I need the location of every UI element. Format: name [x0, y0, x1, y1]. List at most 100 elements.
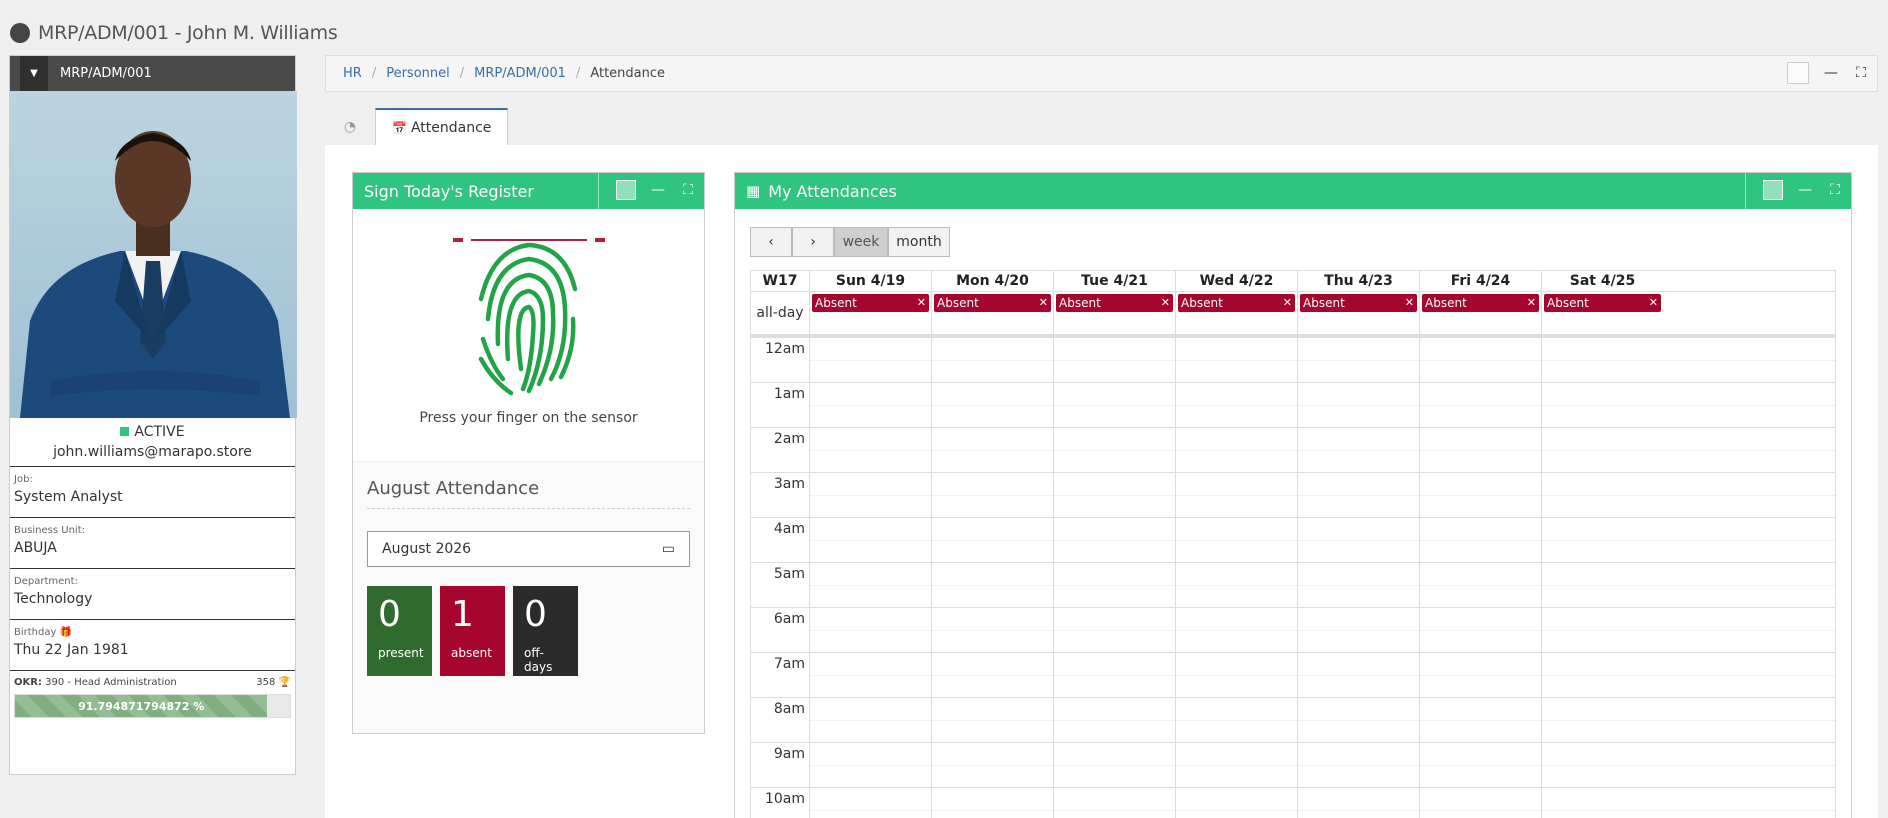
time-slot-row: 5am [751, 563, 1835, 608]
fingerprint-area[interactable]: Press your finger on the sensor [353, 209, 704, 461]
absent-label: absent [451, 646, 492, 660]
minimize-icon[interactable]: — [650, 182, 666, 198]
employee-code: MRP/ADM/001 [60, 66, 152, 81]
close-icon[interactable]: ✕ [1283, 294, 1292, 312]
allday-cell[interactable]: Absent ✕ [1053, 292, 1175, 334]
time-slot-row: 12am [751, 338, 1835, 383]
day-header[interactable]: Tue 4/21 [1053, 271, 1175, 291]
register-header: Sign Today's Register — ⛶ [353, 173, 704, 209]
allday-cell[interactable]: Absent ✕ [931, 292, 1053, 334]
month-view-button[interactable]: month [888, 227, 950, 257]
breadcrumb-personnel[interactable]: Personnel [386, 66, 450, 81]
month-attendance-section: August Attendance August 2026 ▭ 0 presen… [353, 461, 704, 733]
okr-label: OKR: [14, 677, 42, 688]
absent-event[interactable]: Absent ✕ [1300, 294, 1417, 312]
day-header[interactable]: Mon 4/20 [931, 271, 1053, 291]
tab-dashboard[interactable]: ◔ [325, 108, 375, 146]
attendance-controls: — ⛶ [1763, 180, 1843, 200]
close-icon[interactable]: ✕ [1527, 294, 1536, 312]
person-portrait-icon [20, 131, 290, 418]
minimize-icon[interactable]: — [1823, 65, 1839, 81]
absent-event[interactable]: Absent ✕ [1178, 294, 1295, 312]
present-label: present [378, 646, 424, 660]
day-header[interactable]: Sun 4/19 [809, 271, 931, 291]
profile-header: ▼ MRP/ADM/001 [10, 56, 295, 91]
absent-event[interactable]: Absent ✕ [934, 294, 1051, 312]
time-slot-row: 8am [751, 698, 1835, 743]
time-slot-cell[interactable] [1419, 788, 1541, 818]
attendance-color-button[interactable] [1763, 180, 1783, 200]
allday-cell[interactable]: Absent ✕ [1541, 292, 1663, 334]
fullscreen-icon[interactable]: ⛶ [680, 182, 696, 198]
absent-event[interactable]: Absent ✕ [1056, 294, 1173, 312]
gift-icon: 🎁 [59, 627, 73, 638]
close-icon[interactable]: ✕ [1161, 294, 1170, 312]
employee-photo [10, 91, 297, 418]
offdays-stat: 0 off-days [513, 586, 578, 676]
register-color-button[interactable] [616, 180, 636, 200]
month-picker-input[interactable]: August 2026 ▭ [367, 531, 690, 567]
department-field: Department: Technology [10, 569, 295, 620]
fullscreen-icon[interactable]: ⛶ [1827, 182, 1843, 198]
time-slot-cell[interactable] [1297, 788, 1419, 818]
hour-label: 6am [773, 611, 805, 627]
allday-cell[interactable]: Absent ✕ [1297, 292, 1419, 334]
calendar-icon: 📅 [392, 121, 407, 135]
hour-label: 3am [773, 476, 805, 492]
tab-attendance[interactable]: 📅 Attendance [375, 108, 509, 146]
okr-text: 390 - Head Administration [45, 677, 177, 688]
fullscreen-icon[interactable]: ⛶ [1853, 65, 1869, 81]
prev-week-button[interactable]: ‹ [750, 227, 792, 257]
day-header[interactable]: Thu 4/23 [1297, 271, 1419, 291]
allday-cell[interactable]: Absent ✕ [809, 292, 931, 334]
time-slot-row: 2am [751, 428, 1835, 473]
present-count: 0 [378, 594, 401, 635]
hour-label: 8am [773, 701, 805, 717]
allday-cell[interactable]: Absent ✕ [1175, 292, 1297, 334]
close-icon[interactable]: ✕ [917, 294, 926, 312]
time-slot-cell[interactable] [1053, 788, 1175, 818]
day-header[interactable]: Fri 4/24 [1419, 271, 1541, 291]
absent-event[interactable]: Absent ✕ [1544, 294, 1661, 312]
close-icon[interactable]: ✕ [1649, 294, 1658, 312]
time-slot-cell[interactable] [809, 788, 931, 818]
day-header[interactable]: Sat 4/25 [1541, 271, 1663, 291]
time-slot-row: 3am [751, 473, 1835, 518]
close-icon[interactable]: ✕ [1405, 294, 1414, 312]
day-header[interactable]: Wed 4/22 [1175, 271, 1297, 291]
minimize-icon[interactable]: — [1797, 182, 1813, 198]
breadcrumb-hr[interactable]: HR [343, 66, 362, 81]
event-label: Absent [815, 296, 857, 310]
register-title: Sign Today's Register [364, 181, 534, 201]
time-slot-cell[interactable] [1541, 788, 1663, 818]
allday-row: all-day Absent ✕ Absent ✕ Absent ✕ Absent ✕ Absen… [750, 292, 1836, 335]
pie-chart-icon: ◔ [343, 119, 357, 135]
hour-label: 12am [764, 341, 805, 357]
okr-progress-bar: 91.794871794872 % [14, 694, 291, 718]
absent-event[interactable]: Absent ✕ [1422, 294, 1539, 312]
calendar-picker-icon[interactable]: ▭ [662, 541, 675, 557]
absent-event[interactable]: Absent ✕ [812, 294, 929, 312]
profile-panel: ▼ MRP/ADM/001 ACTIVE john.williams@marap… [9, 55, 297, 775]
next-week-button[interactable]: › [792, 227, 834, 257]
event-label: Absent [1303, 296, 1345, 310]
register-panel: Sign Today's Register — ⛶ Press your fin… [352, 172, 705, 734]
profile-menu-toggle[interactable]: ▼ [20, 56, 48, 91]
color-toggle-button[interactable] [1787, 62, 1809, 84]
absent-count: 1 [451, 594, 474, 635]
time-slot-cell[interactable] [1175, 788, 1297, 818]
user-status-dot-icon [10, 23, 30, 43]
breadcrumb-employee[interactable]: MRP/ADM/001 [474, 66, 566, 81]
allday-cell[interactable]: Absent ✕ [1419, 292, 1541, 334]
breadcrumb: HR / Personnel / MRP/ADM/001 / Attendanc… [325, 55, 1878, 92]
day-header-row: W17 Sun 4/19 Mon 4/20 Tue 4/21 Wed 4/22 Thu 4… [750, 270, 1836, 292]
attendance-stats: 0 present 1 absent 0 off-days [367, 586, 690, 676]
event-label: Absent [937, 296, 979, 310]
close-icon[interactable]: ✕ [1039, 294, 1048, 312]
hour-label: 9am [773, 746, 805, 762]
department-value: Technology [14, 591, 93, 607]
absent-stat: 1 absent [440, 586, 505, 676]
birthday-value: Thu 22 Jan 1981 [14, 642, 129, 658]
week-view-button[interactable]: week [834, 227, 888, 257]
time-slot-cell[interactable] [931, 788, 1053, 818]
